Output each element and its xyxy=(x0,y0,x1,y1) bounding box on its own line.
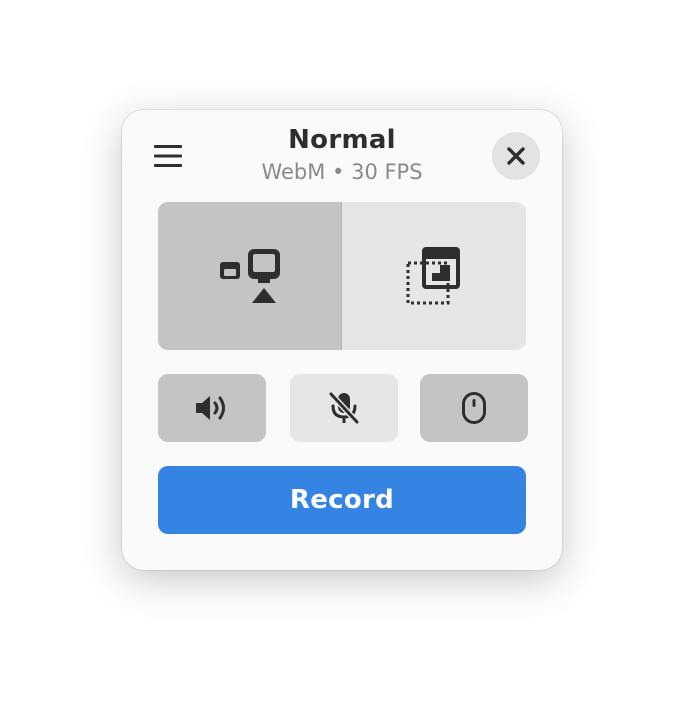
screen-with-pointer-icon xyxy=(218,247,282,305)
close-icon xyxy=(506,146,526,166)
selection-area-icon xyxy=(404,245,464,307)
desktop-audio-toggle[interactable] xyxy=(158,374,266,442)
toggle-row xyxy=(158,374,528,442)
close-button[interactable] xyxy=(492,132,540,180)
microphone-toggle[interactable] xyxy=(290,374,398,442)
speaker-icon xyxy=(194,392,230,424)
mouse-icon xyxy=(461,391,487,425)
screen-mode-button[interactable] xyxy=(158,202,342,350)
recorder-window: Normal WebM • 30 FPS Record xyxy=(122,110,562,570)
pointer-toggle[interactable] xyxy=(420,374,528,442)
selection-mode-button[interactable] xyxy=(342,202,526,350)
record-button[interactable]: Record xyxy=(158,466,526,534)
microphone-muted-icon xyxy=(328,391,360,425)
capture-mode-group xyxy=(158,202,526,350)
